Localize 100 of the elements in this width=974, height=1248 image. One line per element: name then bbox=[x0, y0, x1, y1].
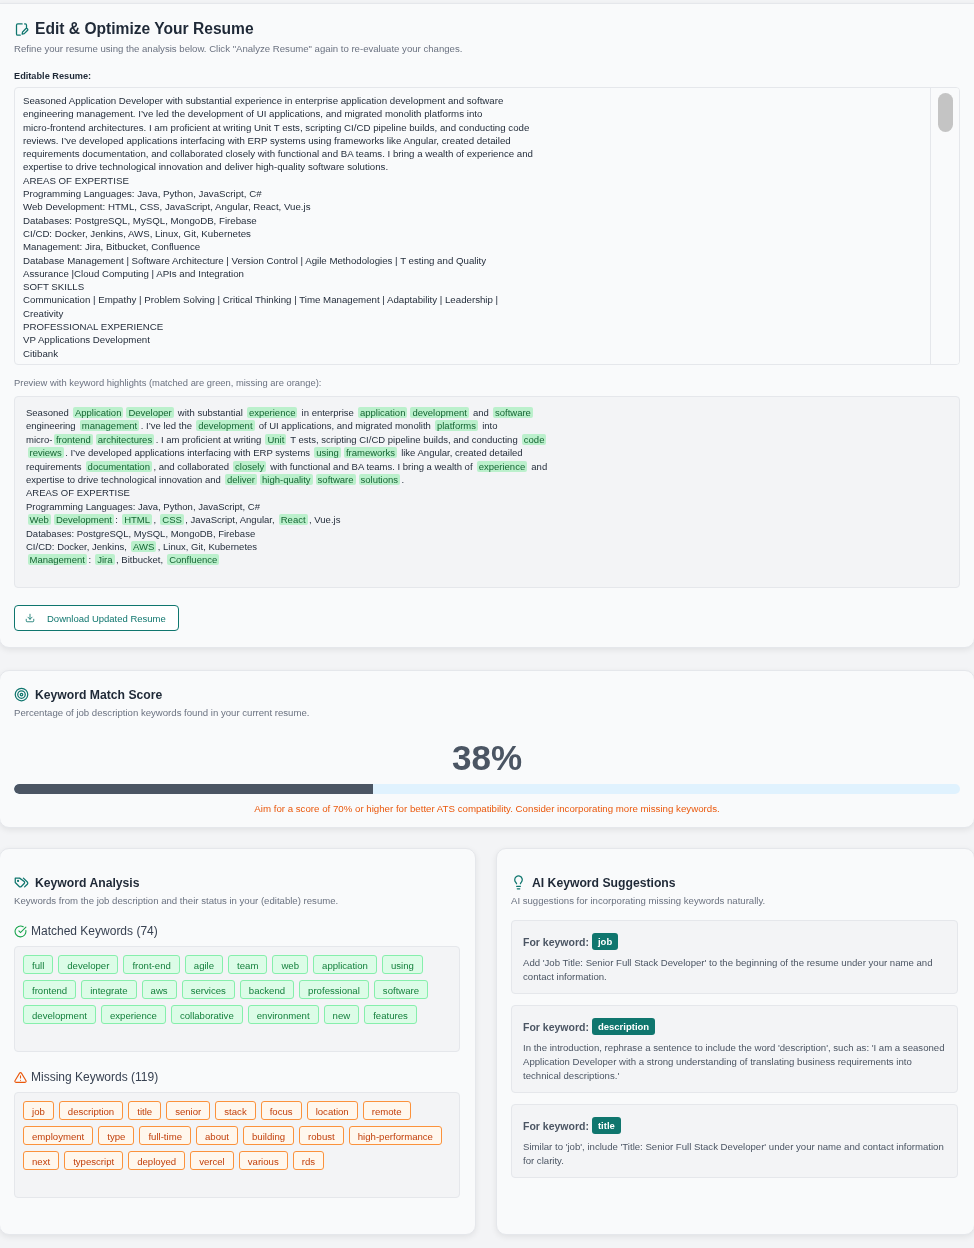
preview-text: T ests, scripting CI/CD pipeline builds, and conducting bbox=[289, 433, 519, 445]
keyword-tag: frontend bbox=[23, 980, 77, 999]
keyword-tag: deployed bbox=[128, 1151, 186, 1170]
keyword-tag: agile bbox=[184, 955, 224, 974]
preview-text: , bbox=[153, 514, 158, 526]
section-subtitle: AI suggestions for incorporating missing keywords naturally. bbox=[511, 895, 767, 906]
keyword-highlight: experience bbox=[476, 460, 528, 472]
keyword-badge: job bbox=[591, 933, 619, 950]
preview-text: CI/CD: Docker, Jenkins, bbox=[26, 541, 128, 553]
preview-text: : bbox=[115, 514, 119, 526]
keyword-highlight: Application bbox=[72, 407, 124, 418]
keyword-highlight: Management bbox=[27, 554, 87, 566]
keyword-tag: robust bbox=[299, 1126, 344, 1145]
keyword-highlight: management bbox=[79, 420, 140, 432]
keyword-tag: high-performance bbox=[348, 1126, 442, 1145]
keyword-tag: new bbox=[323, 1005, 360, 1024]
section-subtitle: Percentage of job description keywords found in your current resume. bbox=[14, 707, 311, 718]
preview-text: Databases: PostgreSQL, MySQL, MongoDB, Firebase bbox=[26, 527, 256, 539]
keyword-highlight: solutions bbox=[358, 474, 400, 486]
keyword-highlight: development bbox=[196, 420, 255, 432]
keyword-tag: description bbox=[58, 1101, 124, 1120]
keyword-tag: experience bbox=[100, 1005, 166, 1024]
keyword-highlight: reviews bbox=[27, 447, 64, 459]
suggestion-label: For keyword: bbox=[523, 1119, 589, 1132]
keyword-highlight: React bbox=[278, 514, 308, 526]
keyword-highlight: closely bbox=[233, 460, 267, 472]
section-subtitle: Refine your resume using the analysis below. Click "Analyze Resume" again to re-evaluate your changes. bbox=[14, 43, 464, 54]
keyword-tag: backend bbox=[239, 980, 295, 999]
preview-text: into bbox=[481, 420, 498, 432]
preview-text: , Linux, Git, Kubernetes bbox=[157, 541, 258, 553]
download-button[interactable]: Download Updated Resume bbox=[14, 605, 179, 631]
keyword-highlight: platforms bbox=[434, 420, 479, 432]
preview-text: Seasoned bbox=[26, 407, 70, 418]
suggestion-text: In the introduction, rephrase a sentence to include the word 'description', such as: 'I am a seasoned Application Developer with a strong understanding of translating business requirements into technical descriptions.' bbox=[523, 1041, 946, 1083]
preview-text: micro- bbox=[26, 433, 53, 445]
keyword-tag: various bbox=[238, 1151, 288, 1170]
keyword-tag: application bbox=[313, 955, 377, 974]
preview-text: . I’ve developed applications interfacing with ERP systems bbox=[65, 447, 312, 459]
target-icon bbox=[14, 687, 29, 702]
keyword-highlight: application bbox=[358, 407, 408, 418]
keyword-tag: environment bbox=[247, 1005, 319, 1024]
keyword-tag: type bbox=[98, 1126, 135, 1145]
keyword-highlight: software bbox=[493, 407, 533, 418]
preview-text: in enterprise bbox=[300, 407, 355, 418]
keyword-tag: senior bbox=[166, 1101, 211, 1120]
keyword-highlight: frontend bbox=[53, 433, 93, 445]
keyword-tag: typescript bbox=[64, 1151, 124, 1170]
keyword-highlight: code bbox=[521, 433, 547, 445]
group-title: Missing Keywords (119) bbox=[31, 1070, 159, 1084]
preview-text: and bbox=[471, 407, 490, 418]
keyword-highlight: Jira bbox=[95, 554, 115, 566]
suggestion-text: Similar to 'job', include 'Title: Senior Full Stack Developer' under your name and contact information for clarity. bbox=[523, 1140, 945, 1168]
check-circle-icon bbox=[14, 924, 27, 938]
preview-text: . bbox=[401, 474, 405, 486]
keyword-tag: development bbox=[23, 1005, 96, 1024]
preview-text: AREAS OF EXPERTISE bbox=[26, 487, 130, 499]
section-title: Keyword Analysis bbox=[35, 875, 140, 890]
keyword-highlight: CSS bbox=[160, 514, 184, 526]
keyword-tag: software bbox=[373, 980, 429, 999]
suggestion-text: Add 'Job Title: Senior Full Stack Developer' to the beginning of the resume under your name and contact information. bbox=[523, 956, 934, 984]
keyword-tag: focus bbox=[260, 1101, 302, 1120]
preview-text: with functional and BA teams. I bring a wealth of bbox=[269, 460, 474, 472]
preview-text: . I am proficient at writing bbox=[155, 433, 263, 445]
preview-text: , JavaScript, Angular, bbox=[185, 514, 276, 526]
keyword-tag: aws bbox=[141, 980, 177, 999]
section-title: Edit & Optimize Your Resume bbox=[35, 20, 254, 38]
edit-icon bbox=[14, 21, 29, 37]
preview-text: requirements bbox=[26, 460, 83, 472]
keyword-highlight: architectures bbox=[95, 433, 155, 445]
section-title: AI Keyword Suggestions bbox=[532, 875, 676, 890]
keyword-tag: team bbox=[228, 955, 268, 974]
preview-text: . I’ve led the bbox=[140, 420, 193, 432]
keyword-tag: job bbox=[23, 1101, 54, 1120]
keyword-tag: about bbox=[196, 1126, 238, 1145]
keyword-tag: next bbox=[23, 1151, 60, 1170]
keyword-highlight: high-quality bbox=[260, 474, 313, 486]
keyword-tag: front-end bbox=[123, 955, 180, 974]
keyword-badge: description bbox=[591, 1018, 656, 1035]
tags-icon bbox=[14, 875, 29, 890]
scrollbar-thumb[interactable] bbox=[938, 93, 953, 132]
resume-textarea[interactable]: Seasoned Application Developer with substantial experience in enterprise application development and software engineering management. I’ve led the development of UI applications, and migrated monolith platforms into micro-frontend architectures. I am proficient at writing Unit T ests, scripting CI/CD pipeline builds, and conducting code reviews. I’ve developed applications interfacing with ERP systems using frameworks like Angular, created detailed requirements documentation, and collaborated closely with functional and BA teams. I bring a wealth of experience and expertise to drive technological innovation and deliver high-quality software solutions. AREAS OF EXPERTISE Programming Languages: Java, Python, JavaScript, C# Web Development: HTML, CSS, JavaScript, Angular, React, Vue.js Databases: PostgreSQL, MySQL, MongoDB, Firebase CI/CD: Docker, Jenkins, AWS, Linux, Git, Kubernetes Management: Jira, Bitbucket, Confluence Database Management | Software Architecture | Version Control | Agile Methodologies | T esting and Quality Assurance |Cloud Computing | APIs and Integration SOFT SKILLS Communication | Empathy | Problem Solving | Critical Thinking | Time Management | Adaptability | Leadership | Creativity PROFESSIONAL EXPERIENCE VP Applications Development Citibank bbox=[14, 87, 960, 365]
keyword-highlight: Confluence bbox=[167, 554, 220, 566]
keyword-tag: full bbox=[23, 955, 54, 974]
keyword-tag: integrate bbox=[81, 980, 137, 999]
keyword-tag: building bbox=[243, 1126, 295, 1145]
keyword-highlight: Development bbox=[53, 514, 114, 526]
keyword-highlight: HTML bbox=[122, 514, 152, 526]
keyword-tag: vercel bbox=[190, 1151, 234, 1170]
keyword-highlight: using bbox=[314, 447, 341, 459]
field-label: Editable Resume: bbox=[14, 71, 93, 81]
preview-text: like Angular, created detailed bbox=[400, 447, 523, 459]
keyword-tag: web bbox=[272, 955, 309, 974]
keyword-highlight: deliver bbox=[225, 474, 257, 486]
preview-text: expertise to drive technological innovation and bbox=[26, 474, 222, 486]
keyword-highlight: AWS bbox=[131, 541, 157, 553]
keyword-tag: employment bbox=[23, 1126, 94, 1145]
keyword-tag: services bbox=[181, 980, 235, 999]
keyword-highlight: Developer bbox=[126, 407, 174, 418]
warning-icon bbox=[14, 1070, 27, 1084]
keyword-tag: developer bbox=[58, 955, 119, 974]
